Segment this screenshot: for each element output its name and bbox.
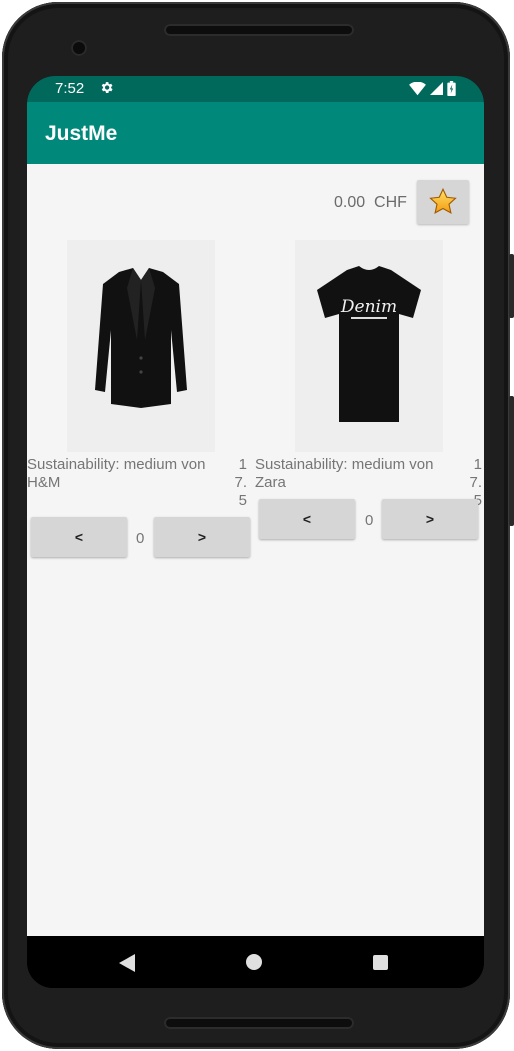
- screen: 7:52 JustMe 0.00 CHF Sustainability: med…: [27, 76, 484, 988]
- top-speaker: [164, 24, 354, 36]
- cart-total: 0.00 CHF: [334, 194, 407, 212]
- product-name: Sustainability: medium von Zara: [255, 456, 434, 491]
- product-image-tshirt[interactable]: Denim: [295, 240, 443, 452]
- star-icon: [429, 187, 457, 214]
- gear-icon: [99, 80, 114, 99]
- product-image-blazer[interactable]: [67, 240, 215, 452]
- nav-bar: [27, 936, 484, 988]
- battery-icon: [447, 81, 456, 96]
- quantity-value: 0: [136, 530, 145, 547]
- app-bar: JustMe: [27, 102, 484, 164]
- increment-button[interactable]: >: [382, 499, 478, 539]
- product-name: Sustainability: medium von H&M: [27, 456, 206, 491]
- decrement-button[interactable]: <: [31, 517, 127, 557]
- cart-total-amount: 0.00: [334, 194, 366, 211]
- increment-button[interactable]: >: [154, 517, 250, 557]
- recents-icon[interactable]: [373, 955, 388, 970]
- power-button: [509, 254, 514, 318]
- wifi-icon: [409, 81, 426, 95]
- tshirt-print-text: Denim: [340, 297, 397, 317]
- status-icons: [409, 81, 456, 96]
- decrement-button[interactable]: <: [259, 499, 355, 539]
- favorites-button[interactable]: [417, 180, 469, 224]
- app-title: JustMe: [45, 122, 118, 145]
- status-time: 7:52: [55, 80, 85, 97]
- home-icon[interactable]: [246, 954, 262, 970]
- volume-button: [509, 396, 514, 526]
- product-price: 17.5: [234, 456, 247, 509]
- signal-icon: [430, 82, 443, 95]
- cart-currency: CHF: [374, 194, 407, 211]
- content-area: 0.00 CHF Sustainability: medium von H&M …: [27, 164, 484, 936]
- front-camera: [71, 40, 87, 56]
- back-icon[interactable]: [119, 954, 135, 972]
- bottom-speaker: [164, 1017, 354, 1029]
- status-bar: 7:52: [27, 76, 484, 102]
- quantity-value: 0: [365, 512, 374, 529]
